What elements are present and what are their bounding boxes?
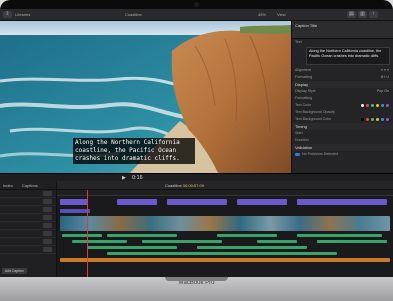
share-icon[interactable]: ↑ — [369, 11, 378, 18]
caption-clip[interactable] — [60, 199, 88, 205]
caption-line: crashes into dramatic cliffs. — [75, 155, 180, 162]
zoom-level[interactable]: 48% — [258, 11, 266, 19]
laptop-notch — [165, 277, 228, 281]
validation-section[interactable]: Validation — [292, 144, 393, 151]
caption-clip-secondary[interactable] — [60, 209, 90, 213]
audio-clip[interactable] — [217, 234, 277, 237]
timeline-title: Coastline 00:00:57:09 — [165, 183, 204, 188]
row-label: Display Style — [295, 89, 316, 93]
library-label[interactable]: Libraries — [15, 11, 30, 19]
caption-overlay: Along the Northern California coastline,… — [73, 138, 195, 164]
list-item[interactable] — [0, 246, 56, 254]
row-label: Duration — [295, 138, 309, 142]
import-icon[interactable]: ⇩ — [3, 11, 12, 18]
status-indicator — [295, 153, 300, 156]
caption-line: coastline, the Pacific Ocean — [75, 147, 177, 154]
row-label: Text Color — [295, 103, 312, 107]
audio-clip[interactable] — [197, 246, 307, 249]
timeline-ruler[interactable] — [57, 190, 393, 196]
row-label: Alignment — [295, 68, 311, 72]
row-label: Formatting — [295, 75, 313, 79]
row-label: Text Background Opacity — [295, 110, 335, 114]
inspector-title: Caption Title — [295, 23, 318, 28]
caption-clip[interactable] — [237, 199, 287, 205]
index-tabs: Index Captions — [0, 181, 56, 190]
audio-clip[interactable] — [72, 240, 127, 243]
formatting-row-2: Formatting — [292, 95, 393, 102]
audio-clip[interactable] — [257, 240, 297, 243]
list-item[interactable] — [0, 238, 56, 246]
project-name: Coastline — [125, 12, 142, 17]
audio-clip[interactable] — [297, 234, 382, 237]
formatting-row: Formatting B I U — [292, 74, 393, 81]
row-label: Start — [295, 131, 303, 135]
caption-clip[interactable] — [297, 199, 387, 205]
timing-section[interactable]: Timing — [292, 123, 393, 130]
text-color-row: Text Color — [292, 102, 393, 109]
caption-clip[interactable] — [167, 199, 227, 205]
inspector-header: Caption Title — [292, 21, 393, 39]
playhead[interactable] — [87, 190, 88, 277]
list-item[interactable] — [0, 222, 56, 230]
audio-clip[interactable] — [87, 246, 177, 249]
view-menu[interactable]: View — [277, 11, 286, 19]
audio-clip[interactable] — [62, 234, 102, 237]
caption-text-field[interactable]: Along the Northern California coastline,… — [306, 47, 390, 65]
audio-clip[interactable] — [107, 234, 177, 237]
audio-clip[interactable] — [142, 240, 222, 243]
caption-inspector: Caption Title Text Along the Northern Ca… — [291, 21, 393, 173]
row-label: Text Background Color — [295, 117, 332, 121]
duration-row: Duration — [292, 137, 393, 144]
row-label: Formatting — [295, 96, 313, 100]
toolbar: ⇩ Libraries Coastline 48% View ▤ ▥ ↑ — [0, 9, 393, 21]
color-swatches[interactable] — [361, 104, 389, 107]
app-window: ⇩ Libraries Coastline 48% View ▤ ▥ ↑ Alo… — [0, 9, 393, 277]
caption-line: Along the Northern California — [75, 139, 180, 146]
validation-text: No Problems Detected — [302, 152, 339, 156]
formatting-buttons[interactable]: B I U — [381, 74, 389, 81]
display-style-value[interactable]: Pop On — [377, 88, 389, 95]
list-item[interactable] — [0, 230, 56, 238]
display-style-row: Display Style Pop On — [292, 88, 393, 95]
transport-bar: ▶ 0:16 — [0, 173, 393, 181]
layout-icon[interactable]: ▤ — [347, 11, 356, 18]
timeline[interactable]: Coastline 00:00:57:09 — [57, 181, 393, 277]
index-label[interactable]: Index — [3, 183, 13, 188]
music-clip[interactable] — [60, 258, 390, 262]
audio-clip[interactable] — [107, 252, 337, 255]
bg-color-swatches[interactable] — [361, 118, 389, 121]
bg-color-row: Text Background Color — [292, 116, 393, 123]
start-row: Start — [292, 130, 393, 137]
list-item[interactable] — [0, 214, 56, 222]
text-label: Text — [295, 40, 302, 44]
list-item[interactable] — [0, 198, 56, 206]
caption-clip[interactable] — [117, 199, 157, 205]
alignment-buttons[interactable]: ≡ ≡ ≡ — [381, 67, 389, 74]
add-caption-button[interactable]: Add Caption — [2, 268, 27, 274]
inspector-toggle-icon[interactable]: ▥ — [358, 11, 367, 18]
list-item[interactable] — [0, 190, 56, 198]
video-viewer[interactable]: Along the Northern California coastline,… — [0, 21, 291, 173]
list-item[interactable] — [0, 206, 56, 214]
audio-clip[interactable] — [317, 240, 387, 243]
video-storyline[interactable] — [60, 216, 390, 231]
text-row: Text — [292, 39, 393, 46]
alignment-row: Alignment ≡ ≡ ≡ — [292, 67, 393, 74]
timeline-header: Coastline 00:00:57:09 — [57, 181, 393, 190]
timeline-index: Index Captions Add Caption — [0, 181, 57, 277]
timeline-duration: 00:00:57:09 — [182, 183, 204, 188]
validation-status: No Problems Detected — [292, 151, 393, 158]
bg-opacity-row: Text Background Opacity — [292, 109, 393, 116]
display-section[interactable]: Display — [292, 81, 393, 88]
camera-icon — [194, 2, 199, 7]
tab-captions[interactable]: Captions — [22, 181, 38, 190]
